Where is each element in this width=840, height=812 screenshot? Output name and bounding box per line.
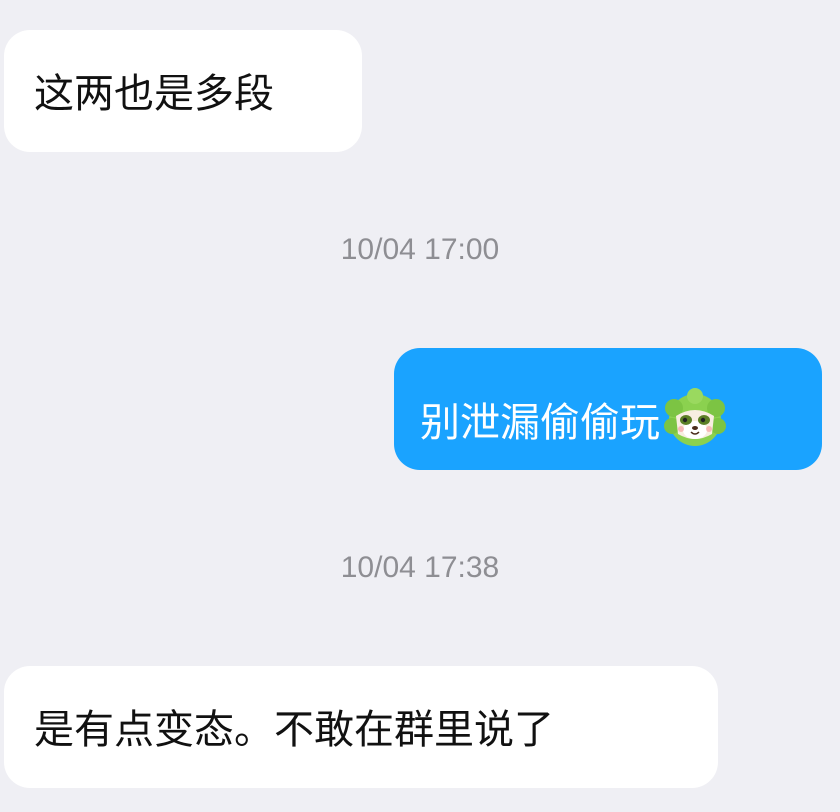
incoming-message-bubble[interactable]: 是有点变态。不敢在群里说了 <box>4 666 718 788</box>
message-timestamp: 10/04 17:38 <box>340 551 500 584</box>
message-text: 别泄漏偷偷玩 <box>420 400 660 446</box>
message-text: 是有点变态。不敢在群里说了 <box>34 707 554 753</box>
outgoing-message-bubble[interactable]: 别泄漏偷偷玩 <box>394 348 822 470</box>
incoming-message-bubble[interactable]: 这两也是多段 <box>4 30 362 152</box>
cabbage-dog-icon <box>662 384 728 450</box>
message-text: 这两也是多段 <box>34 71 274 117</box>
message-timestamp: 10/04 17:00 <box>340 233 500 266</box>
